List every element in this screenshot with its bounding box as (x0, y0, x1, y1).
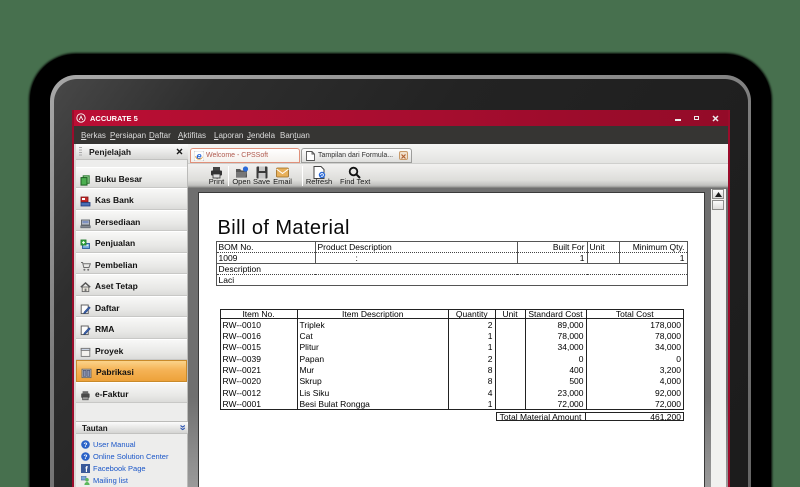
svg-text:f: f (85, 465, 88, 473)
svg-text:?: ? (84, 454, 88, 461)
svg-text:?: ? (84, 442, 88, 449)
